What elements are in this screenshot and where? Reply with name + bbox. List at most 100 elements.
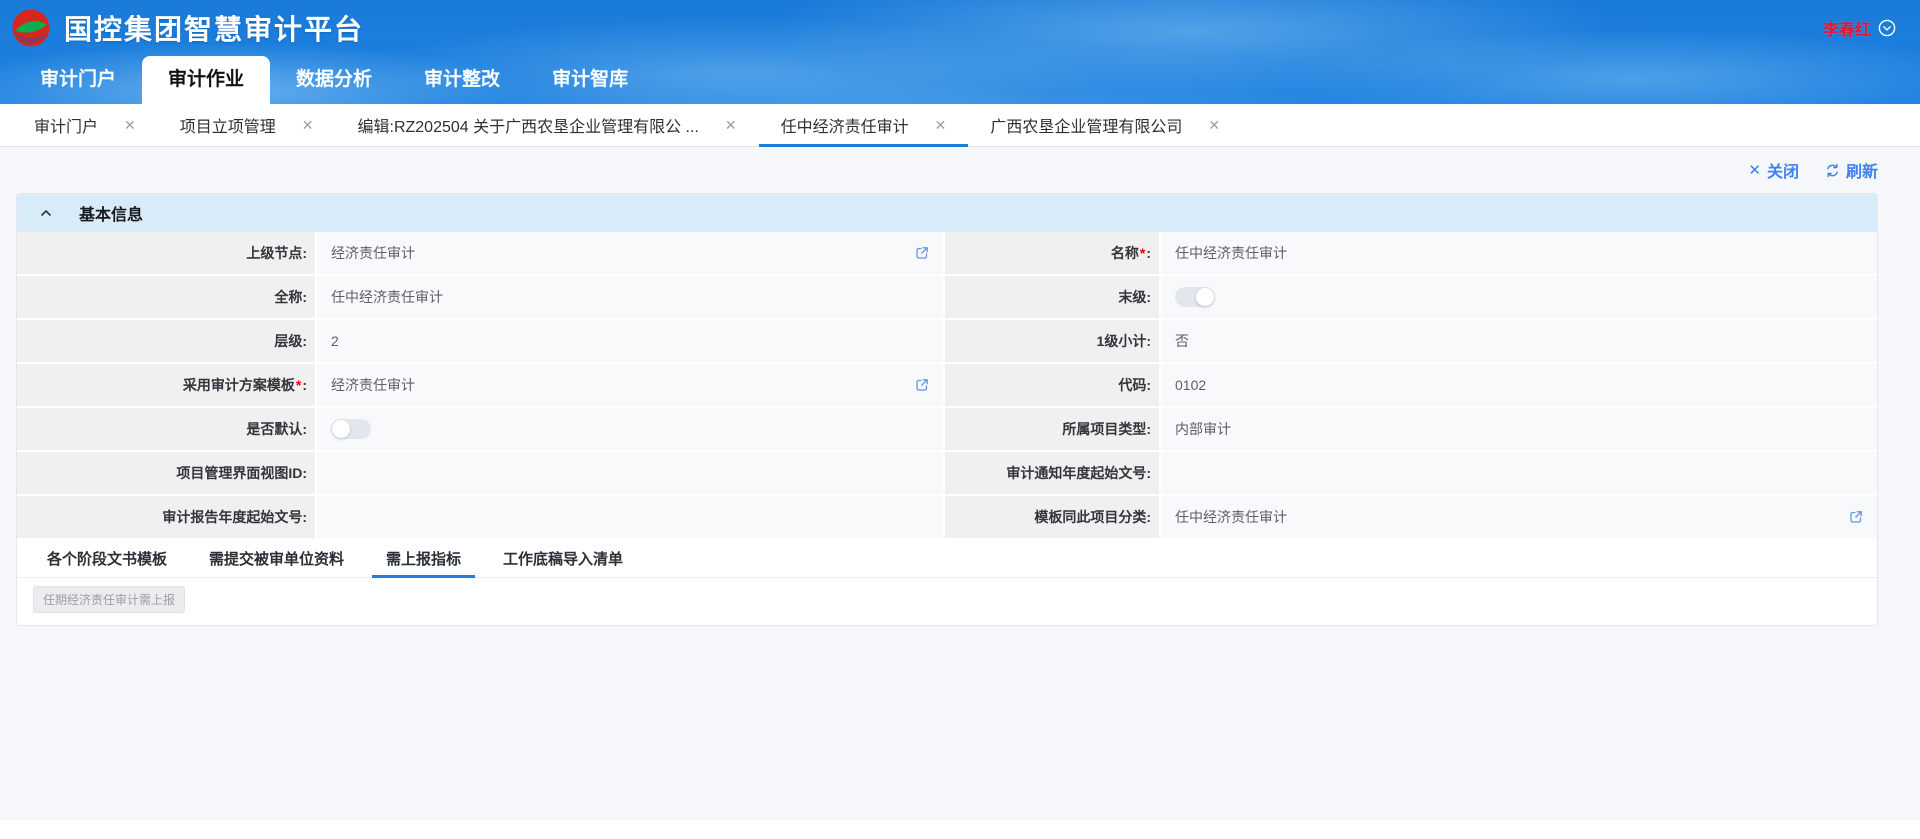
- label-colon: :: [1146, 465, 1151, 481]
- refresh-page-button[interactable]: 刷新: [1825, 158, 1878, 182]
- tab-label[interactable]: 任中经济责任审计: [781, 113, 909, 137]
- close-icon[interactable]: ✕: [302, 117, 314, 134]
- last-level-toggle[interactable]: [1175, 287, 1215, 307]
- field-report-start-no-label: 审计报告年度起始文号:: [17, 496, 317, 538]
- tab-label[interactable]: 编辑:RZ202504 关于广西农垦企业管理有限公 ...: [358, 113, 699, 137]
- nav-item-audit-work[interactable]: 审计作业: [142, 56, 270, 104]
- tab-label[interactable]: 审计门户: [34, 113, 98, 137]
- label-colon: :: [1146, 333, 1151, 349]
- field-parent-node[interactable]: 经济责任审计: [317, 232, 945, 274]
- field-level-label: 层级:: [17, 320, 317, 362]
- required-mark: *: [296, 377, 301, 393]
- brand-row: 国控集团智慧审计平台 李春红: [0, 0, 1920, 56]
- field-code-label: 代码:: [945, 364, 1161, 406]
- field-code[interactable]: 0102: [1161, 364, 1877, 406]
- field-level1-subtotal[interactable]: 否: [1161, 320, 1877, 362]
- refresh-page-label: 刷新: [1846, 158, 1878, 182]
- close-icon[interactable]: ✕: [1208, 117, 1220, 134]
- refresh-icon: [1825, 163, 1840, 178]
- field-full-name-label: 全称:: [17, 276, 317, 318]
- field-label-text: 名称: [1111, 243, 1139, 263]
- field-value: 任中经济责任审计: [331, 287, 443, 307]
- field-label-text: 所属项目类型: [1062, 419, 1146, 439]
- field-project-type-label: 所属项目类型:: [945, 408, 1161, 450]
- field-project-type[interactable]: 内部审计: [1161, 408, 1877, 450]
- close-icon[interactable]: ✕: [124, 117, 136, 134]
- tab-incumbency-economic-audit[interactable]: 任中经济责任审计 ✕: [759, 104, 969, 146]
- field-view-id[interactable]: [317, 452, 945, 494]
- subtab-working-paper-import-list[interactable]: 工作底稿导入清单: [489, 540, 637, 577]
- tab-label[interactable]: 广西农垦企业管理有限公司: [990, 113, 1182, 137]
- field-value: 任中经济责任审计: [1175, 243, 1287, 263]
- label-colon: :: [302, 421, 307, 437]
- field-is-default: [317, 408, 945, 450]
- basic-info-card: 基本信息 上级节点: 经济责任审计: [16, 193, 1878, 626]
- field-value: 任中经济责任审计: [1175, 507, 1287, 527]
- field-full-name[interactable]: 任中经济责任审计: [317, 276, 945, 318]
- subtab-indicators-to-report[interactable]: 需上报指标: [372, 540, 475, 577]
- form-row: 上级节点: 经济责任审计 名称*:: [17, 232, 1877, 276]
- close-page-label: 关闭: [1767, 158, 1799, 182]
- indicator-tag-row: 任期经济责任审计需上报: [17, 578, 1877, 625]
- label-colon: :: [1146, 509, 1151, 525]
- tab-audit-portal[interactable]: 审计门户 ✕: [12, 104, 158, 146]
- field-label-text: 1级小计: [1097, 331, 1147, 351]
- external-link-icon[interactable]: [1849, 510, 1863, 524]
- subtab-required-auditee-materials[interactable]: 需提交被审单位资料: [195, 540, 358, 577]
- page-actions: ✕ 关闭 刷新: [16, 147, 1878, 193]
- nav-item-audit-rectification[interactable]: 审计整改: [398, 56, 526, 104]
- nav-item-audit-knowledge[interactable]: 审计智库: [526, 56, 654, 104]
- close-icon[interactable]: ✕: [725, 117, 737, 134]
- field-notice-start-no-label: 审计通知年度起始文号:: [945, 452, 1161, 494]
- field-level[interactable]: 2: [317, 320, 945, 362]
- primary-nav: 审计门户 审计作业 数据分析 审计整改 审计智库: [0, 56, 1920, 104]
- subtab-stage-document-templates[interactable]: 各个阶段文书模板: [33, 540, 181, 577]
- collapse-caret-icon[interactable]: [39, 206, 53, 220]
- form-row: 项目管理界面视图ID: 审计通知年度起始文号:: [17, 452, 1877, 496]
- tab-project-approval[interactable]: 项目立项管理 ✕: [158, 104, 336, 146]
- chevron-down-icon[interactable]: [1878, 19, 1896, 37]
- section-header-basic-info[interactable]: 基本信息: [17, 194, 1877, 232]
- field-template-category[interactable]: 任中经济责任审计: [1161, 496, 1877, 538]
- field-notice-start-no[interactable]: [1161, 452, 1877, 494]
- label-colon: :: [302, 245, 307, 261]
- external-link-icon[interactable]: [915, 378, 929, 392]
- field-name-label: 名称*:: [945, 232, 1161, 274]
- nav-item-data-analysis[interactable]: 数据分析: [270, 56, 398, 104]
- content-area: ✕ 关闭 刷新: [0, 147, 1920, 820]
- open-tab-bar: 审计门户 ✕ 项目立项管理 ✕ 编辑:RZ202504 关于广西农垦企业管理有限…: [0, 104, 1920, 147]
- label-colon: :: [302, 465, 307, 481]
- field-value: 经济责任审计: [331, 243, 415, 263]
- is-default-toggle[interactable]: [331, 419, 371, 439]
- user-menu[interactable]: 李春红: [1823, 16, 1896, 40]
- logo-icon: [12, 9, 50, 47]
- app-root: 国控集团智慧审计平台 李春红 审计门户 审计作业 数据分析 审计整改 审计智库 …: [0, 0, 1920, 839]
- field-name[interactable]: 任中经济责任审计: [1161, 232, 1877, 274]
- form-row: 全称: 任中经济责任审计 末级:: [17, 276, 1877, 320]
- form-row: 采用审计方案模板*: 经济责任审计 代码:: [17, 364, 1877, 408]
- form-row: 是否默认: 所属项目类型: 内部审计: [17, 408, 1877, 452]
- field-report-start-no[interactable]: [317, 496, 945, 538]
- field-audit-plan-template[interactable]: 经济责任审计: [317, 364, 945, 406]
- tab-edit-rz202504[interactable]: 编辑:RZ202504 关于广西农垦企业管理有限公 ... ✕: [336, 104, 759, 146]
- external-link-icon[interactable]: [915, 246, 929, 260]
- label-colon: :: [1146, 421, 1151, 437]
- field-label-text: 项目管理界面视图ID: [176, 463, 302, 483]
- close-page-button[interactable]: ✕ 关闭: [1748, 158, 1799, 182]
- field-value: 内部审计: [1175, 419, 1231, 439]
- section-title: 基本信息: [79, 201, 143, 225]
- field-label-text: 审计报告年度起始文号: [162, 507, 302, 527]
- field-label-text: 采用审计方案模板: [183, 375, 295, 395]
- close-icon[interactable]: ✕: [935, 117, 947, 134]
- user-name[interactable]: 李春红: [1823, 16, 1871, 40]
- field-is-default-label: 是否默认:: [17, 408, 317, 450]
- tab-guangxi-nongken-company[interactable]: 广西农垦企业管理有限公司 ✕: [968, 104, 1242, 146]
- nav-item-audit-portal[interactable]: 审计门户: [14, 56, 142, 104]
- tab-label[interactable]: 项目立项管理: [180, 113, 276, 137]
- close-icon: ✕: [1748, 161, 1761, 179]
- field-label-text: 层级: [274, 331, 302, 351]
- field-template-category-label: 模板同此项目分类:: [945, 496, 1161, 538]
- field-parent-node-label: 上级节点:: [17, 232, 317, 274]
- field-value: 2: [331, 333, 339, 349]
- indicator-tag[interactable]: 任期经济责任审计需上报: [33, 586, 185, 613]
